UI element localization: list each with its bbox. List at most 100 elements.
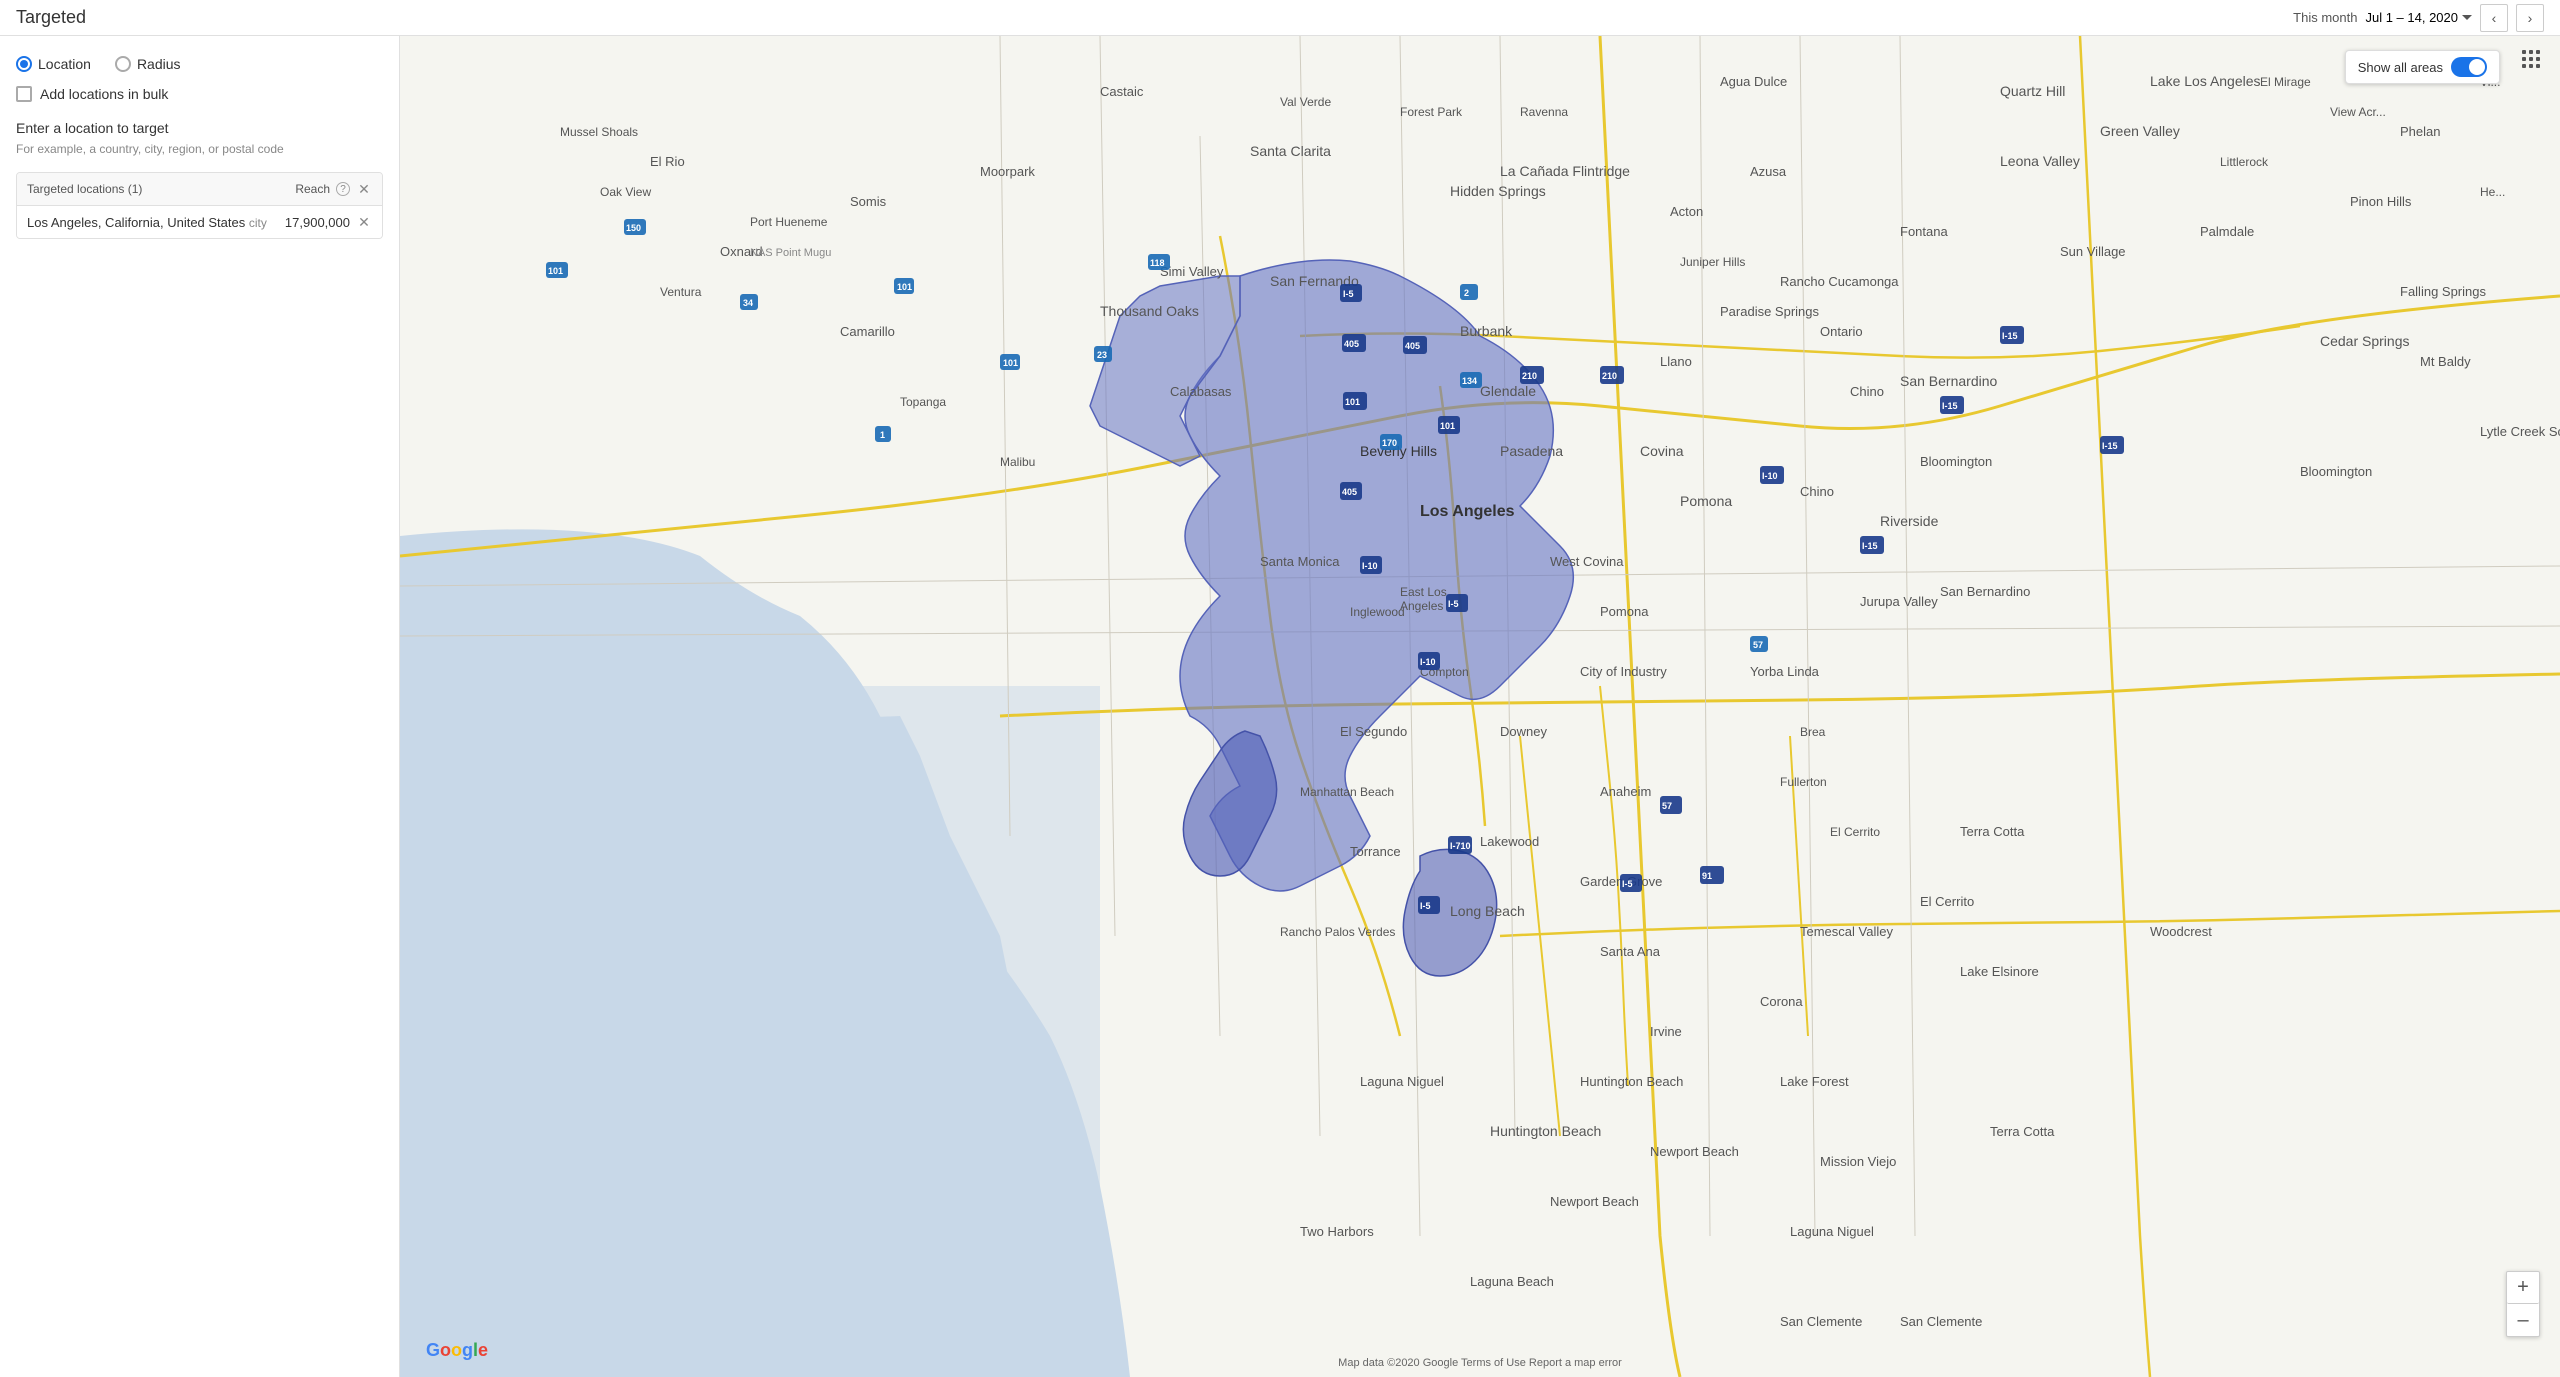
svg-text:Falling Springs: Falling Springs [2400, 284, 2486, 299]
svg-text:Littlerock: Littlerock [2220, 155, 2269, 169]
svg-text:Manhattan Beach: Manhattan Beach [1300, 785, 1394, 799]
next-button[interactable]: › [2516, 4, 2544, 32]
remove-location-icon[interactable]: ✕ [356, 214, 372, 230]
svg-text:Laguna Niguel: Laguna Niguel [1360, 1074, 1444, 1089]
zoom-out-button[interactable]: – [2507, 1304, 2539, 1336]
svg-text:1: 1 [880, 430, 885, 440]
svg-text:City of Industry: City of Industry [1580, 664, 1667, 679]
svg-text:Corona: Corona [1760, 994, 1803, 1009]
svg-text:I-5: I-5 [1420, 901, 1431, 911]
radio-radius-label: Radius [137, 56, 181, 72]
svg-text:210: 210 [1602, 371, 1617, 381]
svg-text:Oak View: Oak View [600, 185, 651, 199]
svg-text:Newport Beach: Newport Beach [1650, 1144, 1739, 1159]
svg-text:Downey: Downey [1500, 724, 1547, 739]
svg-text:Green Valley: Green Valley [2100, 123, 2180, 139]
svg-text:Phelan: Phelan [2400, 124, 2440, 139]
svg-text:I-10: I-10 [1762, 471, 1778, 481]
header-right: This month Jul 1 – 14, 2020 ‹ › [2293, 4, 2544, 32]
location-type: city [249, 216, 267, 230]
svg-text:Santa Clarita: Santa Clarita [1250, 143, 1331, 159]
remove-all-icon[interactable]: ✕ [356, 181, 372, 197]
svg-text:Laguna Beach: Laguna Beach [1470, 1274, 1554, 1289]
svg-text:Brea: Brea [1800, 725, 1826, 739]
bulk-checkbox-row[interactable]: Add locations in bulk [16, 86, 383, 102]
svg-text:El Cerrito: El Cerrito [1920, 894, 1974, 909]
svg-text:Paradise Springs: Paradise Springs [1720, 304, 1819, 319]
reach-info-icon[interactable]: ? [336, 182, 350, 196]
svg-text:Fullerton: Fullerton [1780, 775, 1827, 789]
svg-text:Bloomington: Bloomington [2300, 464, 2372, 479]
svg-text:San Clemente: San Clemente [1900, 1314, 1982, 1329]
radio-location[interactable]: Location [16, 56, 91, 72]
svg-text:Woodcrest: Woodcrest [2150, 924, 2212, 939]
svg-text:Hidden Springs: Hidden Springs [1450, 183, 1546, 199]
svg-text:101: 101 [1345, 397, 1360, 407]
svg-text:Lake Los Angeles: Lake Los Angeles [2150, 73, 2261, 89]
svg-text:34: 34 [743, 298, 753, 308]
svg-text:Newport Beach: Newport Beach [1550, 1194, 1639, 1209]
svg-text:Forest Park: Forest Park [1400, 105, 1463, 119]
location-input-hint: For example, a country, city, region, or… [16, 142, 383, 156]
svg-text:Calabasas: Calabasas [1170, 384, 1232, 399]
svg-text:2: 2 [1464, 288, 1469, 298]
show-all-areas-label: Show all areas [2358, 60, 2443, 75]
svg-text:Terra Cotta: Terra Cotta [1990, 1124, 2055, 1139]
radio-radius[interactable]: Radius [115, 56, 181, 72]
svg-text:Pasadena: Pasadena [1500, 443, 1563, 459]
show-all-areas-control: Show all areas [2345, 50, 2500, 84]
svg-text:Palmdale: Palmdale [2200, 224, 2254, 239]
map-svg: Beverly Hills Los Angeles Santa Monica E… [400, 36, 2560, 1377]
svg-text:101: 101 [897, 282, 912, 292]
svg-text:Cedar Springs: Cedar Springs [2320, 333, 2410, 349]
svg-text:I-15: I-15 [1942, 401, 1958, 411]
svg-text:Pomona: Pomona [1680, 493, 1732, 509]
svg-text:NAS Point Mugu: NAS Point Mugu [750, 247, 831, 259]
targeting-type-radio-group: Location Radius [16, 56, 383, 72]
prev-button[interactable]: ‹ [2480, 4, 2508, 32]
svg-text:Yorba Linda: Yorba Linda [1750, 664, 1820, 679]
svg-text:Two Harbors: Two Harbors [1300, 1224, 1374, 1239]
table-header-right: Reach ? ✕ [295, 181, 372, 197]
svg-text:Bloomington: Bloomington [1920, 454, 1992, 469]
zoom-in-button[interactable]: + [2507, 1272, 2539, 1304]
map-menu-icon[interactable] [2522, 50, 2540, 68]
svg-text:He...: He... [2480, 185, 2505, 199]
svg-text:Azusa: Azusa [1750, 164, 1787, 179]
svg-text:Ravenna: Ravenna [1520, 105, 1568, 119]
targeted-locations-table: Targeted locations (1) Reach ? ✕ Los Ang… [16, 172, 383, 239]
svg-text:I-15: I-15 [2102, 441, 2118, 451]
reach-column-label: Reach [295, 182, 330, 196]
svg-text:Chino: Chino [1800, 484, 1834, 499]
svg-text:Lakewood: Lakewood [1480, 834, 1539, 849]
svg-text:I-10: I-10 [1362, 561, 1378, 571]
svg-text:Thousand Oaks: Thousand Oaks [1100, 303, 1199, 319]
map-container[interactable]: Beverly Hills Los Angeles Santa Monica E… [400, 36, 2560, 1377]
svg-text:Inglewood: Inglewood [1350, 605, 1405, 619]
show-all-areas-toggle[interactable] [2451, 57, 2487, 77]
svg-text:Huntington Beach: Huntington Beach [1580, 1074, 1683, 1089]
svg-text:West Covina: West Covina [1550, 554, 1624, 569]
svg-text:Long Beach: Long Beach [1450, 903, 1525, 919]
svg-text:Santa Monica: Santa Monica [1260, 554, 1340, 569]
svg-text:Lytle Creek Scotland: Lytle Creek Scotland [2480, 424, 2560, 439]
svg-text:Google: Google [426, 1340, 488, 1360]
svg-text:I-5: I-5 [1622, 879, 1633, 889]
chevron-down-icon [2462, 15, 2472, 20]
svg-text:101: 101 [1440, 421, 1455, 431]
date-range-dropdown[interactable]: Jul 1 – 14, 2020 [2365, 10, 2472, 25]
svg-text:101: 101 [548, 266, 563, 276]
table-header-label: Targeted locations (1) [27, 182, 142, 196]
svg-text:San Bernardino: San Bernardino [1900, 373, 1998, 389]
svg-text:Laguna Niguel: Laguna Niguel [1790, 1224, 1874, 1239]
bulk-checkbox-label: Add locations in bulk [40, 86, 168, 102]
toggle-knob [2469, 59, 2485, 75]
svg-text:Juniper Hills: Juniper Hills [1680, 255, 1745, 269]
svg-text:I-15: I-15 [2002, 331, 2018, 341]
svg-text:Fontana: Fontana [1900, 224, 1948, 239]
radio-location-label: Location [38, 56, 91, 72]
table-header: Targeted locations (1) Reach ? ✕ [17, 173, 382, 206]
svg-text:La Cañada Flintridge: La Cañada Flintridge [1500, 163, 1630, 179]
location-reach: 17,900,000 ✕ [285, 214, 372, 230]
bulk-checkbox[interactable] [16, 86, 32, 102]
